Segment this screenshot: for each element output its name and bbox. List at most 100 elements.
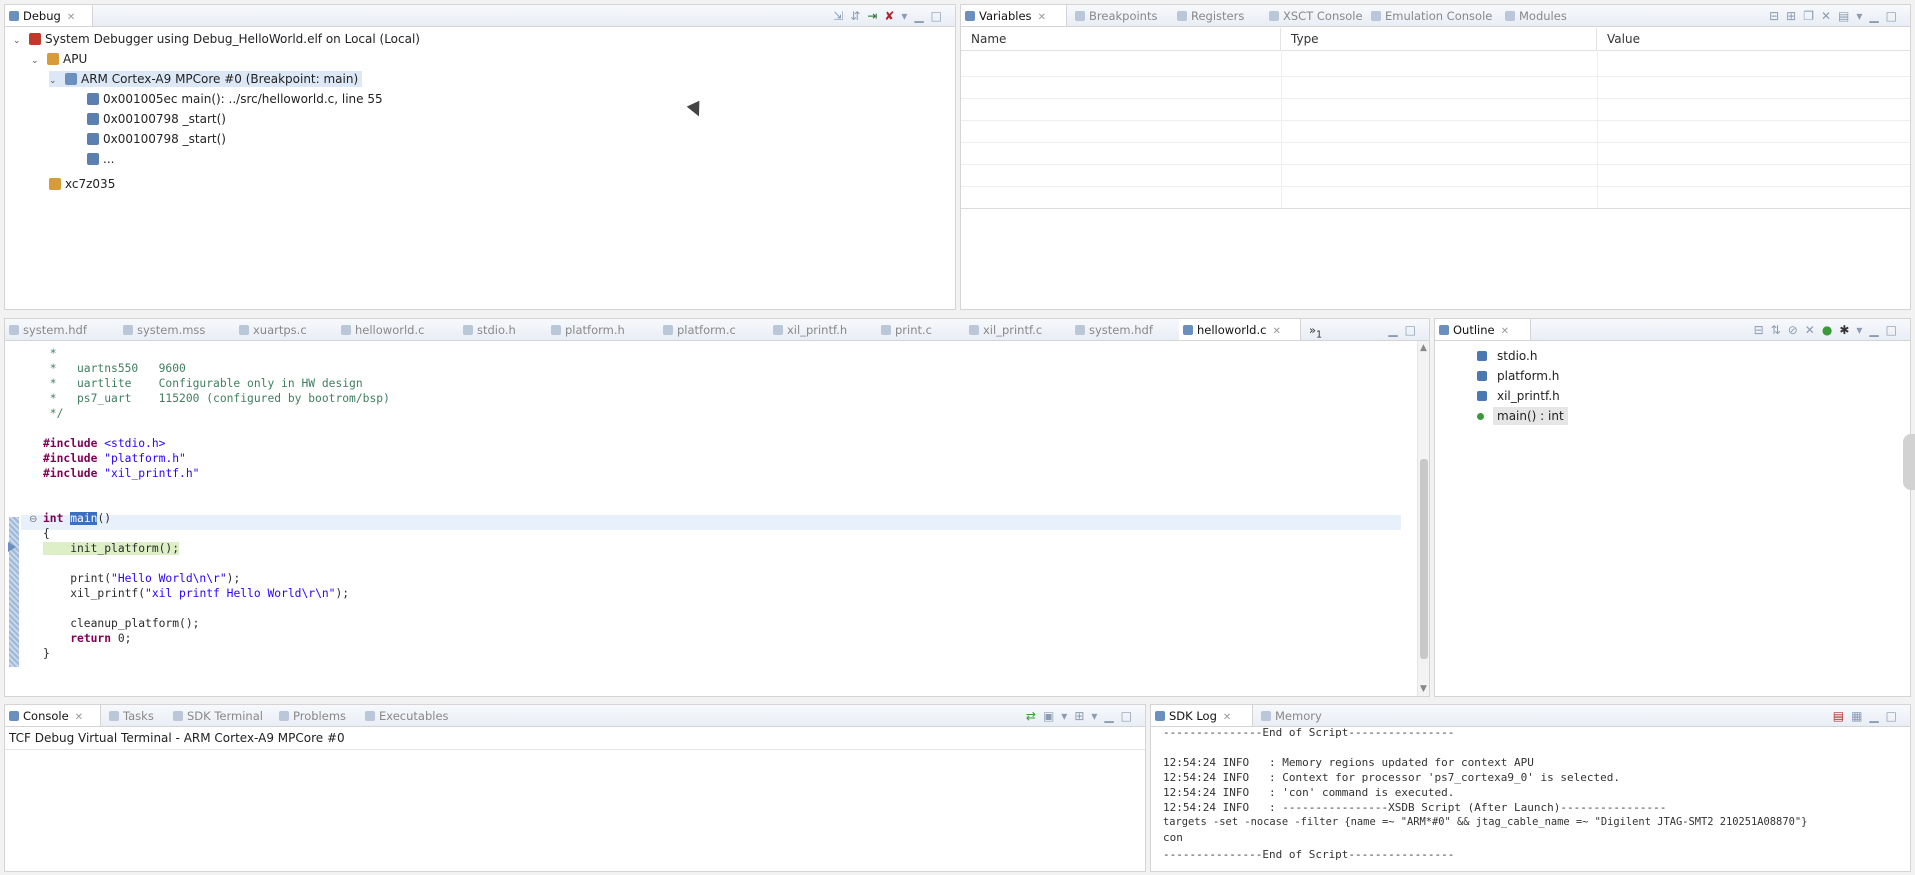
select-all-icon[interactable]: ⊞ <box>1786 9 1803 23</box>
scroll-up-icon[interactable]: ▲ <box>1420 343 1427 353</box>
tab-overflow[interactable]: »1 <box>1305 319 1322 340</box>
disconnect-icon[interactable]: ✘ <box>884 9 901 23</box>
tab-editor-file[interactable]: xil_printf.c <box>965 319 1042 340</box>
tree-item-frame[interactable]: 0x00100798 _start() <box>87 131 226 147</box>
view-menu-icon[interactable]: ▾ <box>1856 323 1869 337</box>
close-icon[interactable]: ✕ <box>1223 712 1231 723</box>
column-header-value[interactable]: Value <box>1597 28 1910 50</box>
tab-sdk-terminal[interactable]: SDK Terminal <box>169 705 263 726</box>
column-header-name[interactable]: Name <box>961 28 1281 50</box>
close-icon[interactable]: ✕ <box>1038 12 1046 23</box>
tab-editor-file[interactable]: xil_printf.h <box>769 319 847 340</box>
collapse-icon[interactable]: ⌄ <box>13 36 23 46</box>
console-output[interactable] <box>5 749 1145 871</box>
scroll-thumb[interactable] <box>1420 459 1428 659</box>
outline-item-function[interactable]: main() : int <box>1477 407 1568 425</box>
view-menu-icon[interactable]: ▾ <box>1856 9 1869 23</box>
tab-editor-file[interactable]: print.c <box>877 319 932 340</box>
layout-icon[interactable]: ▤ <box>1838 9 1856 23</box>
column-header-type[interactable]: Type <box>1281 28 1597 50</box>
sort-icon[interactable]: ⇅ <box>1771 323 1788 337</box>
hide-fields-icon[interactable]: ⊘ <box>1788 323 1805 337</box>
tab-editor-file[interactable]: platform.h <box>547 319 625 340</box>
code-area[interactable]: * * uartns550 9600 * uartlite Configurab… <box>5 341 1429 696</box>
maximize-icon[interactable]: □ <box>1121 709 1139 723</box>
tab-emulation-console[interactable]: Emulation Console <box>1367 5 1492 26</box>
minimize-icon[interactable]: ▁ <box>914 9 930 23</box>
display-console-icon[interactable]: ▣ <box>1043 709 1061 723</box>
outline-item-include[interactable]: platform.h <box>1477 367 1559 385</box>
tree-item-core[interactable]: ⌄ ARM Cortex-A9 MPCore #0 (Breakpoint: ma… <box>49 71 363 87</box>
tab-variables[interactable]: Variables ✕ <box>961 5 1067 26</box>
tab-helloworld-active[interactable]: helloworld.c ✕ <box>1179 319 1301 340</box>
tab-console[interactable]: Console ✕ <box>5 705 101 726</box>
tab-modules[interactable]: Modules <box>1501 5 1567 26</box>
clear-log-icon[interactable]: ▤ <box>1833 709 1851 723</box>
outline-view: Outline ✕ ⊟⇅⊘✕●✱▾▁□ stdio.h platform.h xi… <box>1434 318 1911 697</box>
tab-editor-file[interactable]: stdio.h <box>459 319 516 340</box>
step-filter-icon[interactable]: ⇵ <box>850 9 867 23</box>
outline-item-include[interactable]: xil_printf.h <box>1477 387 1560 405</box>
minimize-icon[interactable]: ▁ <box>1869 9 1885 23</box>
tab-sdk-log[interactable]: SDK Log ✕ <box>1151 705 1253 726</box>
collapse-all-icon[interactable]: ⊟ <box>1754 323 1771 337</box>
collapse-all-icon[interactable]: ⊟ <box>1769 9 1786 23</box>
view-menu-icon[interactable]: ▾ <box>901 9 914 23</box>
minimize-icon[interactable]: ▁ <box>1104 709 1120 723</box>
close-icon[interactable]: ✕ <box>67 12 75 23</box>
tree-item-apu[interactable]: ⌄ APU <box>31 51 87 67</box>
minimize-icon[interactable]: ▁ <box>1388 323 1404 337</box>
divider <box>961 120 1910 121</box>
log-output[interactable]: ---------------End of Script------------… <box>1151 727 1910 871</box>
tab-problems[interactable]: Problems <box>275 705 346 726</box>
tab-editor-file[interactable]: platform.c <box>659 319 736 340</box>
remove-icon[interactable]: ✕ <box>1821 9 1838 23</box>
tree-item-frame[interactable]: 0x00100798 _start() <box>87 111 226 127</box>
editor-scrollbar[interactable]: ▲ ▼ <box>1417 341 1429 696</box>
maximize-icon[interactable]: □ <box>1405 323 1423 337</box>
instruction-step-icon[interactable]: ⇥ <box>867 9 884 23</box>
tab-debug[interactable]: Debug ✕ <box>5 5 93 26</box>
scroll-lock-icon[interactable]: ▦ <box>1851 709 1869 723</box>
tree-item-frame[interactable]: ... <box>87 151 114 167</box>
scroll-down-icon[interactable]: ▼ <box>1420 684 1427 694</box>
tab-tasks[interactable]: Tasks <box>105 705 154 726</box>
open-console-icon[interactable]: ⊞ <box>1074 709 1091 723</box>
tab-editor-file[interactable]: helloworld.c <box>337 319 424 340</box>
tab-xsct-console[interactable]: XSCT Console <box>1265 5 1363 26</box>
tab-editor-file[interactable]: system.hdf <box>5 319 87 340</box>
dropdown-icon[interactable]: ▾ <box>1091 709 1104 723</box>
minimize-icon[interactable]: ▁ <box>1869 323 1885 337</box>
hide-nonpublic-icon[interactable]: ● <box>1822 323 1839 337</box>
tab-executables[interactable]: Executables <box>361 705 449 726</box>
close-icon[interactable]: ✕ <box>75 712 83 723</box>
close-icon[interactable]: ✕ <box>1501 326 1509 337</box>
collapse-icon[interactable]: ⌄ <box>31 56 41 66</box>
tree-item-target[interactable]: xc7z035 <box>49 176 115 192</box>
link-editor-icon[interactable]: ✱ <box>1839 323 1856 337</box>
maximize-icon[interactable]: □ <box>1886 709 1904 723</box>
copy-icon[interactable]: ❐ <box>1803 9 1821 23</box>
tab-editor-file[interactable]: xuartps.c <box>235 319 307 340</box>
maximize-icon[interactable]: □ <box>1886 9 1904 23</box>
tree-item-frame[interactable]: 0x001005ec main(): ../src/helloworld.c, … <box>87 91 383 107</box>
close-icon[interactable]: ✕ <box>1272 326 1280 337</box>
tab-editor-file[interactable]: system.mss <box>119 319 205 340</box>
maximize-icon[interactable]: □ <box>1886 323 1904 337</box>
modules-icon <box>1505 11 1515 21</box>
tab-editor-file[interactable]: system.hdf <box>1071 319 1153 340</box>
remove-terminated-icon[interactable]: ⇲ <box>833 9 850 23</box>
maximize-icon[interactable]: □ <box>931 9 949 23</box>
hide-static-icon[interactable]: ✕ <box>1805 323 1822 337</box>
tab-outline[interactable]: Outline ✕ <box>1435 319 1531 340</box>
tab-memory[interactable]: Memory <box>1257 705 1322 726</box>
pin-console-icon[interactable]: ⇄ <box>1026 709 1043 723</box>
side-panel-handle[interactable] <box>1903 434 1915 490</box>
dropdown-icon[interactable]: ▾ <box>1061 709 1074 723</box>
tree-item-debugger[interactable]: ⌄ System Debugger using Debug_HelloWorld.… <box>13 31 420 47</box>
tab-breakpoints[interactable]: Breakpoints <box>1071 5 1157 26</box>
tab-registers[interactable]: Registers <box>1173 5 1244 26</box>
collapse-icon[interactable]: ⌄ <box>49 76 59 86</box>
minimize-icon[interactable]: ▁ <box>1869 709 1885 723</box>
outline-item-include[interactable]: stdio.h <box>1477 347 1537 365</box>
